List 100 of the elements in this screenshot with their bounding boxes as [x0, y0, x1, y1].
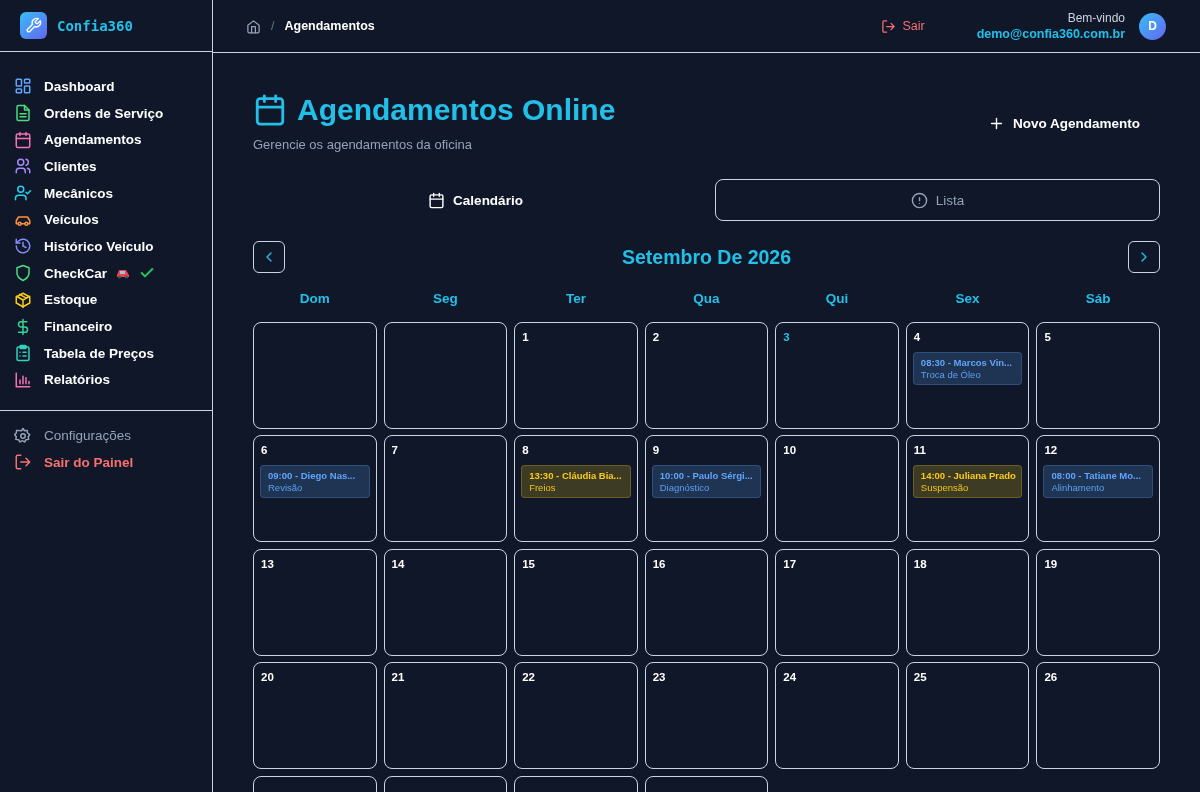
- day-number: 7: [391, 444, 398, 456]
- day-cell[interactable]: 19: [1036, 548, 1160, 656]
- day-number: 1: [522, 330, 529, 343]
- weekday-label: Ter: [564, 291, 587, 308]
- sidebar-item[interactable]: Configurações: [0, 422, 212, 449]
- weekday-label: Dom: [298, 291, 331, 308]
- sidebar-item[interactable]: Estoque: [0, 286, 212, 314]
- sidebar-item[interactable]: Financeiro: [0, 313, 212, 340]
- day-cell[interactable]: 13: [253, 548, 377, 656]
- logout-icon: [14, 453, 32, 472]
- page-title: Agendamentos Online: [297, 93, 616, 127]
- next-button[interactable]: [1128, 241, 1160, 273]
- day-number: 23: [652, 671, 666, 683]
- logo-icon: [20, 12, 47, 39]
- day-number: 8: [522, 444, 529, 456]
- day-number: 21: [391, 671, 405, 683]
- home-icon: [246, 18, 261, 34]
- day-cell[interactable]: 24: [775, 662, 899, 769]
- logout-icon: [881, 18, 897, 34]
- alert-icon: [910, 191, 928, 209]
- day-cell[interactable]: 2: [644, 321, 769, 429]
- calendar-icon: [253, 93, 287, 127]
- appointment[interactable]: 08:30 - Marcos Vin... Troca de Óleo: [912, 351, 1023, 385]
- logout-link[interactable]: Sair: [881, 18, 925, 34]
- day-cell[interactable]: 16: [644, 548, 769, 656]
- breadcrumb-current: Agendamentos: [284, 19, 375, 33]
- day-number: 17: [783, 557, 797, 570]
- breadcrumb-separator: /: [271, 19, 275, 33]
- day-number: 9: [652, 444, 660, 456]
- day-cell[interactable]: 10: [775, 435, 899, 542]
- appointment[interactable]: 14:00 - Juliana Prado Suspensão: [912, 465, 1023, 498]
- settings-icon: [14, 426, 32, 445]
- sidebar-item[interactable]: Dashboard: [0, 73, 212, 100]
- sidebar-item[interactable]: CheckCar: [0, 259, 212, 287]
- tab[interactable]: Lista: [715, 179, 1160, 221]
- sidebar-item[interactable]: Veículos: [0, 206, 212, 234]
- car-icon: [115, 267, 132, 280]
- day-cell[interactable]: 9 10:00 - Paulo Sérgi... Diagnóstico: [644, 435, 769, 542]
- sidebar-item[interactable]: Relatórios: [0, 366, 212, 394]
- user-email: demo@confia360.com.br: [976, 27, 1125, 41]
- day-number: 22: [522, 671, 535, 683]
- day-cell[interactable]: 14: [383, 548, 508, 656]
- day-cell[interactable]: 3: [775, 321, 899, 429]
- appointment[interactable]: 10:00 - Paulo Sérgi... Diagnóstico: [651, 465, 762, 498]
- day-number: 26: [1044, 671, 1058, 683]
- day-cell[interactable]: 21: [383, 662, 508, 769]
- sidebar-item[interactable]: Mecânicos: [0, 179, 212, 207]
- sidebar-item[interactable]: Histórico Veículo: [0, 233, 212, 260]
- day-number: 20: [261, 671, 274, 683]
- weekday-label: Sáb: [1084, 291, 1112, 308]
- day-cell[interactable]: 22: [514, 662, 638, 769]
- appointment[interactable]: 13:30 - Cláudia Bia... Freios: [521, 465, 631, 498]
- day-number: 4: [913, 330, 921, 343]
- day-number: 6: [261, 444, 268, 456]
- day-number: 25: [913, 671, 927, 683]
- appointment[interactable]: 09:00 - Diego Nas... Revisão: [260, 465, 370, 498]
- day-cell[interactable]: 8 13:30 - Cláudia Bia... Freios: [514, 435, 638, 542]
- tab[interactable]: Calendário: [253, 179, 698, 221]
- appointment[interactable]: 08:00 - Tatiane Mo... Alinhamento: [1043, 465, 1153, 498]
- calendar-icon: [428, 191, 446, 209]
- day-cell[interactable]: 15: [514, 548, 638, 656]
- weekday-label: Qua: [692, 291, 721, 308]
- previous-button[interactable]: [253, 241, 285, 273]
- day-cell[interactable]: 7: [383, 435, 508, 542]
- month-title: Setembro De 2026: [621, 245, 792, 269]
- weekday-label: Seg: [431, 291, 459, 308]
- sidebar-item[interactable]: Clientes: [0, 153, 212, 180]
- day-cell[interactable]: 6 09:00 - Diego Nas... Revisão: [253, 435, 377, 542]
- day-number: 10: [783, 444, 797, 456]
- day-number: 5: [1044, 330, 1051, 343]
- day-number: 16: [652, 557, 666, 570]
- day-number: 15: [522, 557, 535, 570]
- day-cell[interactable]: 25: [905, 662, 1030, 769]
- plus-icon: [988, 115, 1005, 132]
- day-number: 14: [391, 557, 405, 570]
- day-cell[interactable]: 11 14:00 - Juliana Prado Suspensão: [905, 435, 1030, 542]
- weekday-label: Qui: [824, 291, 850, 308]
- day-number: 12: [1044, 444, 1058, 456]
- day-number: 24: [783, 671, 797, 683]
- brand-name: Confia360: [57, 17, 133, 34]
- day-number: 13: [261, 557, 274, 570]
- day-number: 18: [913, 557, 927, 570]
- sidebar-item[interactable]: Agendamentos: [0, 126, 212, 154]
- day-cell[interactable]: 5: [1036, 321, 1160, 429]
- sidebar-item[interactable]: Tabela de Preços: [0, 339, 212, 367]
- day-cell[interactable]: 12 08:00 - Tatiane Mo... Alinhamento: [1036, 435, 1160, 542]
- day-cell[interactable]: 26: [1036, 662, 1160, 769]
- day-cell[interactable]: 4 08:30 - Marcos Vin... Troca de Óleo: [905, 321, 1030, 429]
- new-appointment-button[interactable]: Novo Agendamento: [988, 115, 1140, 132]
- day-cell[interactable]: 17: [775, 548, 899, 656]
- sidebar-item[interactable]: Ordens de Serviço: [0, 99, 212, 127]
- sidebar-item[interactable]: Sair do Painel: [0, 448, 212, 476]
- day-cell[interactable]: 18: [905, 548, 1030, 656]
- page-subtitle: Gerencie os agendamentos da oficina: [253, 137, 473, 152]
- day-cell[interactable]: 1: [514, 321, 638, 429]
- weekday-label: Sex: [954, 291, 981, 308]
- greeting: Bem-vindo: [1067, 11, 1125, 25]
- day-cell[interactable]: 20: [253, 662, 377, 769]
- day-cell[interactable]: 23: [644, 662, 769, 769]
- day-number: 3: [783, 330, 790, 343]
